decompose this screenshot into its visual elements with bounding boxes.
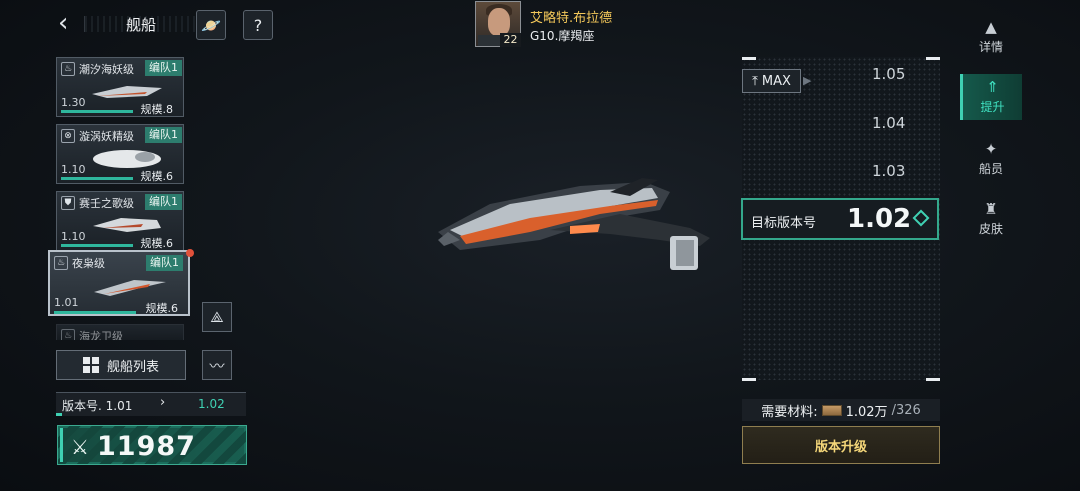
ship-card-selected[interactable]: ♨ 夜枭级 编队1 1.01 规模.6 <box>48 250 190 316</box>
diamond-icon <box>912 209 930 227</box>
ship-scale: 规模.6 <box>140 237 174 250</box>
ship-name: 潮汐海妖级 <box>79 63 134 76</box>
planet-icon[interactable]: 🪐 <box>196 10 226 40</box>
max-button[interactable]: ⤒ MAX <box>742 69 801 93</box>
game-screen: ‹ 舰船 🪐 ? 22 艾略特.布拉德 G10.摩羯座 ♨ 潮汐海妖级 编队1 … <box>0 0 1080 491</box>
frame-corner <box>742 378 756 381</box>
tab-label: 详情 <box>978 40 1003 54</box>
ship-version: 1.01 <box>54 296 79 309</box>
tab-label: 提升 <box>980 100 1005 114</box>
tab-details[interactable]: ▲ 详情 <box>960 14 1022 60</box>
target-version-box[interactable]: 目标版本号 1.02 <box>741 198 939 240</box>
arrow-right-icon: › <box>160 395 166 410</box>
fleet-badge: 编队1 <box>145 127 182 143</box>
ship-progress-bar <box>54 311 136 314</box>
ship-card[interactable]: ♨ 潮汐海妖级 编队1 1.30 规模.8 <box>56 57 184 117</box>
ship-name: 赛壬之歌级 <box>79 197 134 210</box>
crossed-swords-icon: ⚔ <box>71 435 89 459</box>
max-arrow-icon: ⤒ <box>752 73 758 89</box>
help-icon[interactable]: ? <box>243 10 273 40</box>
tab-label: 皮肤 <box>978 222 1003 236</box>
fleet-badge: 编队1 <box>145 194 182 210</box>
combat-power-panel: ⚔ 11987 <box>57 425 247 465</box>
back-arrow-icon[interactable]: ‹ <box>58 10 82 38</box>
version-rung[interactable]: 1.04 <box>872 114 905 132</box>
page-title: 舰船 <box>126 16 157 34</box>
fleet-badge: 编队1 <box>146 255 183 271</box>
ship-name: 海龙卫级 <box>79 330 123 340</box>
crest-icon: ♨ <box>54 256 68 270</box>
fleet-formation-icon[interactable]: ⟁ <box>202 302 232 332</box>
combat-power-value: 11987 <box>97 431 196 462</box>
captain-subtitle: G10.摩羯座 <box>530 29 595 43</box>
notification-dot <box>186 249 194 257</box>
material-crate-icon <box>821 404 842 416</box>
upgrade-icon: ⇑ <box>986 78 999 96</box>
crest-icon: ♨ <box>61 329 75 340</box>
ship-name: 漩涡妖精级 <box>79 130 134 143</box>
materials-amount: 1.02万 <box>845 404 888 420</box>
captain-level: 22 <box>500 33 521 47</box>
upgrade-label: 版本升级 <box>814 439 867 455</box>
cross-circle-icon: ⊗ <box>61 129 75 143</box>
ship-version: 1.30 <box>61 96 86 109</box>
skin-icon: ♜ <box>984 200 998 218</box>
ship-scale: 规模.6 <box>140 170 174 183</box>
version-progress: 版本号. 1.01 › 1.02 <box>56 392 246 416</box>
tab-crew[interactable]: ✦ 船员 <box>960 136 1022 182</box>
materials-required: 需要材料: 1.02万 /326 <box>742 399 940 421</box>
materials-label: 需要材料: <box>761 404 818 420</box>
ship-progress-bar <box>61 177 133 180</box>
ship-list-button[interactable]: 舰船列表 <box>56 350 186 380</box>
ship-icon: ▲ <box>985 18 997 36</box>
version-rung[interactable]: 1.03 <box>872 162 905 180</box>
waveform-icon[interactable]: 〰 <box>202 350 232 380</box>
upgrade-button[interactable]: 版本升级 <box>742 426 940 464</box>
ship-list-label: 舰船列表 <box>106 359 159 375</box>
target-version-label: 目标版本号 <box>751 216 817 231</box>
ship-version: 1.10 <box>61 163 86 176</box>
current-version-label: 版本号. 1.01 <box>62 399 133 413</box>
ship-scale: 规模.6 <box>145 302 179 315</box>
tab-upgrade[interactable]: ⇑ 提升 <box>960 74 1022 120</box>
ship-scale: 规模.8 <box>140 103 174 116</box>
version-progress-fill <box>56 413 62 416</box>
crew-icon: ✦ <box>984 140 998 158</box>
ship-model[interactable] <box>430 170 730 280</box>
frame-corner <box>926 378 940 381</box>
ship-progress-bar <box>61 110 133 113</box>
tab-label: 船员 <box>978 162 1003 176</box>
frame-corner <box>926 57 940 60</box>
frame-corner <box>742 57 756 60</box>
play-arrow-icon: ▶ <box>803 74 812 87</box>
next-version-label: 1.02 <box>198 397 225 411</box>
ship-progress-bar <box>61 244 133 247</box>
tab-skin[interactable]: ♜ 皮肤 <box>960 196 1022 242</box>
ship-version: 1.10 <box>61 230 86 243</box>
crest-icon: ♨ <box>61 62 75 76</box>
ship-thumbnail <box>94 280 166 296</box>
ship-card[interactable]: ⛊ 赛壬之歌级 编队1 1.10 规模.6 <box>56 191 184 251</box>
version-rung[interactable]: 1.05 <box>872 65 905 83</box>
ship-name: 夜枭级 <box>72 257 105 270</box>
ship-card[interactable]: ⊗ 漩涡妖精级 编队1 1.10 规模.6 <box>56 124 184 184</box>
materials-owned: /326 <box>891 402 921 418</box>
captain-name: 艾略特.布拉德 <box>530 11 613 26</box>
shield-icon: ⛊ <box>61 196 75 210</box>
target-version-value: 1.02 <box>847 204 912 234</box>
max-label: MAX <box>761 73 791 89</box>
fleet-badge: 编队1 <box>145 60 182 76</box>
ship-card-partial[interactable]: ♨ 海龙卫级 <box>56 324 184 340</box>
grid-icon <box>82 357 99 373</box>
